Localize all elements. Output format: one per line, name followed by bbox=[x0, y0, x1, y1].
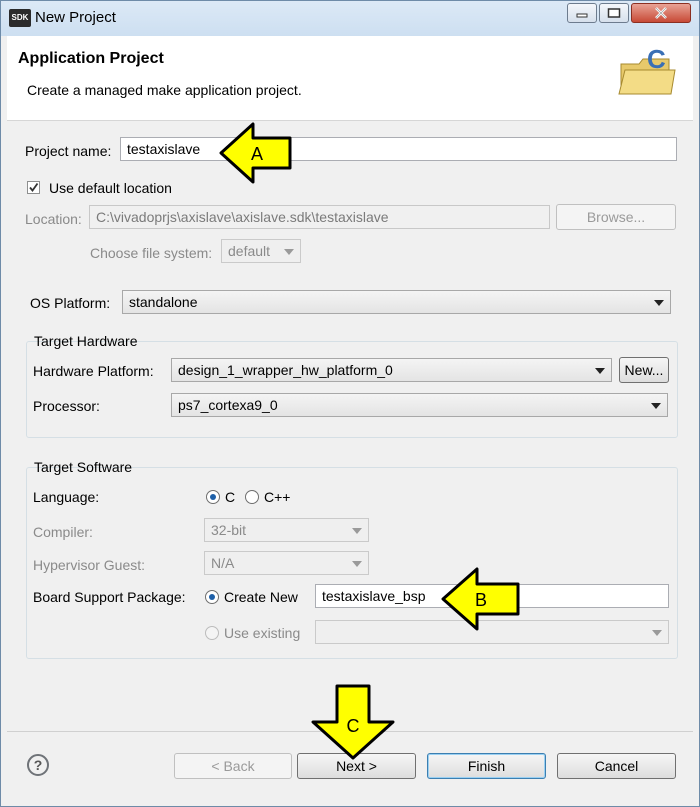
language-c-label: C bbox=[225, 489, 236, 505]
hypervisor-guest-value: N/A bbox=[211, 555, 235, 571]
page-description: Create a managed make application projec… bbox=[27, 82, 302, 98]
back-button[interactable]: < Back bbox=[174, 753, 292, 779]
os-platform-value: standalone bbox=[129, 294, 198, 310]
language-c-radio[interactable] bbox=[206, 490, 220, 504]
use-default-location-checkbox[interactable] bbox=[27, 181, 40, 194]
annotation-b-label: B bbox=[475, 590, 487, 610]
finish-button[interactable]: Finish bbox=[427, 753, 546, 779]
target-hardware-group bbox=[26, 341, 678, 438]
target-hardware-label: Target Hardware bbox=[34, 333, 138, 349]
hypervisor-guest-label: Hypervisor Guest: bbox=[33, 557, 146, 573]
annotation-arrow-b: B bbox=[441, 567, 520, 631]
project-name-input[interactable]: testaxislave bbox=[120, 137, 677, 161]
use-default-location-label: Use default location bbox=[49, 180, 172, 196]
new-project-dialog: SDK New Project Application Project Crea… bbox=[0, 0, 700, 807]
chevron-down-icon bbox=[284, 249, 294, 255]
cancel-button[interactable]: Cancel bbox=[557, 753, 676, 779]
chevron-down-icon bbox=[652, 630, 662, 636]
hardware-platform-value: design_1_wrapper_hw_platform_0 bbox=[178, 362, 393, 378]
processor-value: ps7_cortexa9_0 bbox=[178, 397, 278, 413]
processor-select[interactable]: ps7_cortexa9_0 bbox=[171, 393, 668, 417]
bsp-label: Board Support Package: bbox=[33, 589, 186, 605]
target-software-label: Target Software bbox=[34, 459, 133, 475]
chevron-down-icon bbox=[654, 300, 664, 306]
choose-file-system-label: Choose file system: bbox=[90, 245, 213, 261]
new-hardware-platform-button[interactable]: New... bbox=[619, 357, 669, 383]
file-system-select[interactable]: default bbox=[221, 239, 301, 263]
project-name-label: Project name: bbox=[25, 143, 112, 159]
wizard-content: Project name: testaxislave Use default l… bbox=[7, 121, 693, 731]
create-new-bsp-label: Create New bbox=[224, 589, 298, 605]
use-existing-bsp-label: Use existing bbox=[224, 625, 301, 641]
window-title: New Project bbox=[35, 9, 116, 26]
sdk-app-icon: SDK bbox=[9, 9, 31, 27]
close-icon bbox=[655, 7, 667, 19]
maximize-icon bbox=[607, 8, 621, 18]
location-label: Location: bbox=[25, 211, 82, 227]
minimize-icon bbox=[576, 13, 588, 18]
close-button[interactable] bbox=[631, 3, 691, 23]
chevron-down-icon bbox=[352, 528, 362, 534]
c-project-folder-icon: C bbox=[618, 46, 676, 95]
minimize-button[interactable] bbox=[567, 3, 597, 23]
file-system-value: default bbox=[228, 243, 271, 259]
compiler-select[interactable]: 32-bit bbox=[204, 518, 369, 542]
chevron-down-icon bbox=[352, 561, 362, 567]
hardware-platform-label: Hardware Platform: bbox=[33, 363, 154, 379]
page-title: Application Project bbox=[18, 50, 164, 67]
use-existing-bsp-radio[interactable] bbox=[205, 626, 219, 640]
annotation-arrow-a: A bbox=[219, 122, 292, 184]
os-platform-select[interactable]: standalone bbox=[122, 290, 671, 314]
language-cpp-radio[interactable] bbox=[245, 490, 259, 504]
compiler-label: Compiler: bbox=[33, 524, 93, 540]
help-icon[interactable]: ? bbox=[27, 754, 49, 776]
os-platform-label: OS Platform: bbox=[30, 295, 111, 311]
create-new-bsp-radio[interactable] bbox=[205, 590, 219, 604]
language-cpp-label: C++ bbox=[264, 489, 291, 505]
hardware-platform-select[interactable]: design_1_wrapper_hw_platform_0 bbox=[171, 358, 612, 382]
language-label: Language: bbox=[33, 489, 100, 505]
annotation-arrow-c: C bbox=[311, 684, 395, 760]
compiler-value: 32-bit bbox=[211, 522, 247, 538]
location-input[interactable]: C:\vivadoprjs\axislave\axislave.sdk\test… bbox=[89, 205, 550, 229]
maximize-button[interactable] bbox=[599, 3, 629, 23]
chevron-down-icon bbox=[651, 403, 661, 409]
annotation-c-label: C bbox=[347, 716, 360, 736]
wizard-header: Application Project Create a managed mak… bbox=[7, 36, 693, 121]
checkmark-icon bbox=[29, 182, 39, 192]
svg-text:C: C bbox=[647, 46, 666, 74]
title-bar: SDK New Project bbox=[1, 1, 699, 36]
browse-button[interactable]: Browse... bbox=[556, 204, 676, 230]
processor-label: Processor: bbox=[33, 398, 100, 414]
hypervisor-guest-select[interactable]: N/A bbox=[204, 551, 369, 575]
chevron-down-icon bbox=[595, 368, 605, 374]
annotation-a-label: A bbox=[251, 144, 263, 164]
